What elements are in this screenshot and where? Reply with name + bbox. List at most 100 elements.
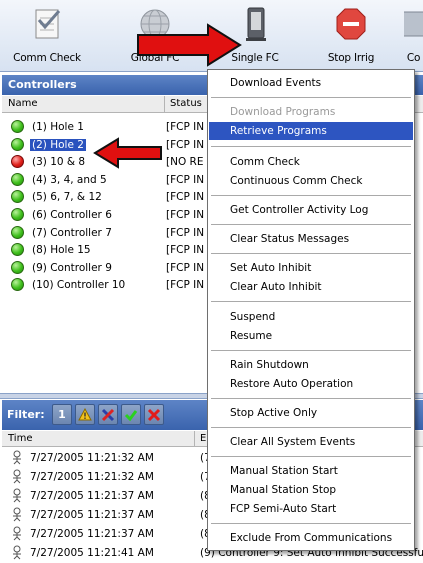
menu-separator — [211, 456, 411, 457]
toolbar-overflow-button[interactable]: Co — [404, 4, 423, 68]
menu-item-get-activity-log[interactable]: Get Controller Activity Log — [209, 201, 413, 219]
column-divider[interactable] — [194, 431, 195, 447]
menu-separator — [211, 97, 411, 98]
time-column-header[interactable]: Time — [8, 433, 32, 444]
user-icon — [13, 469, 21, 484]
controller-status: [FCP IN — [166, 121, 205, 133]
menu-item-suspend[interactable]: Suspend — [209, 308, 413, 326]
toolbar-overflow-label: Co — [406, 52, 421, 64]
status-led-icon — [11, 243, 24, 257]
menu-item-clear-status-messages[interactable]: Clear Status Messages — [209, 230, 413, 248]
filter-info-button[interactable]: 1 — [52, 404, 72, 425]
controller-name: (9) Controller 9 — [32, 261, 112, 274]
filter-warning-button[interactable] — [75, 404, 95, 425]
menu-item-stop-active-only[interactable]: Stop Active Only — [209, 404, 413, 422]
menu-separator — [211, 224, 411, 225]
menu-item-manual-station-start[interactable]: Manual Station Start — [209, 462, 413, 480]
controller-status: [FCP IN — [166, 261, 205, 274]
filter-label: Filter: — [7, 408, 45, 421]
controller-name: (8) Hole 15 — [32, 244, 91, 257]
menu-item-download-events[interactable]: Download Events — [209, 74, 413, 92]
controller-name: (7) Controller 7 — [32, 226, 112, 239]
event-time: 7/27/2005 11:21:37 AM — [30, 509, 154, 521]
x-icon — [147, 408, 161, 421]
controller-name: (6) Controller 6 — [32, 208, 112, 221]
status-led-icon — [11, 137, 24, 151]
controller-status: [FCP IN — [166, 191, 205, 204]
menu-separator — [211, 195, 411, 196]
menu-item-set-auto-inhibit[interactable]: Set Auto Inhibit — [209, 259, 413, 277]
red-arrow-left-icon — [93, 137, 162, 169]
cancel-cross-icon — [101, 408, 115, 421]
checklist-icon — [35, 9, 61, 39]
menu-separator — [211, 398, 411, 399]
menu-item-comm-check[interactable]: Comm Check — [209, 153, 413, 171]
filter-error-button[interactable] — [98, 404, 118, 425]
stop-sign-icon — [336, 8, 366, 40]
controller-name: (4) 3, 4, and 5 — [32, 173, 107, 186]
menu-item-clear-auto-inhibit[interactable]: Clear Auto Inhibit — [209, 278, 413, 296]
stop-irrig-label: Stop Irrig — [327, 52, 375, 64]
filter-info-glyph: 1 — [58, 408, 66, 421]
name-column-header[interactable]: Name — [8, 98, 38, 109]
status-led-icon — [11, 207, 24, 221]
comm-check-label: Comm Check — [13, 52, 81, 64]
controller-name: (1) Hole 1 — [32, 121, 84, 133]
controller-name: (5) 6, 7, & 12 — [32, 191, 102, 204]
menu-separator — [211, 301, 411, 302]
controller-name: (2) Hole 2 — [30, 138, 86, 151]
status-led-icon — [11, 225, 24, 239]
menu-separator — [211, 350, 411, 351]
event-time: 7/27/2005 11:21:37 AM — [30, 490, 154, 502]
controller-status: [FCP IN — [166, 173, 205, 186]
status-led-icon — [11, 260, 24, 274]
user-icon — [13, 450, 21, 465]
event-time: 7/27/2005 11:21:41 AM — [30, 547, 154, 559]
menu-item-retrieve-programs[interactable]: Retrieve Programs — [209, 122, 413, 140]
status-column-header[interactable]: Status — [170, 98, 202, 109]
user-icon — [13, 545, 21, 560]
menu-item-restore-auto-operation[interactable]: Restore Auto Operation — [209, 375, 413, 393]
menu-item-download-programs: Download Programs — [230, 106, 336, 118]
stop-irrig-button[interactable]: Stop Irrig — [320, 4, 382, 68]
menu-separator — [211, 253, 411, 254]
controller-name: (3) 10 & 8 — [32, 156, 86, 169]
controller-status: [NO RE — [166, 156, 204, 169]
menu-item-fcp-semi-auto-start[interactable]: FCP Semi-Auto Start — [209, 500, 413, 518]
event-time: 7/27/2005 11:21:32 AM — [30, 471, 154, 483]
event-column-header[interactable]: E — [200, 433, 206, 444]
partial-icon — [404, 11, 423, 37]
menu-item-exclude-from-communications[interactable]: Exclude From Communications — [209, 529, 413, 547]
menu-separator — [211, 146, 411, 147]
status-led-icon — [11, 190, 24, 204]
check-icon — [124, 409, 138, 421]
warning-icon — [78, 408, 92, 421]
status-led-icon — [11, 155, 24, 169]
status-led-icon — [11, 172, 24, 186]
red-arrow-right-icon — [137, 23, 242, 67]
event-time: 7/27/2005 11:21:37 AM — [30, 528, 154, 540]
menu-item-continuous-comm-check[interactable]: Continuous Comm Check — [209, 172, 413, 190]
user-icon — [13, 488, 21, 503]
controller-status: [FCP IN — [166, 244, 205, 257]
user-icon — [13, 526, 21, 541]
comm-check-button[interactable]: Comm Check — [13, 4, 81, 68]
menu-separator — [211, 523, 411, 524]
menu-item-manual-station-stop[interactable]: Manual Station Stop — [209, 481, 413, 499]
menu-item-clear-all-system-events[interactable]: Clear All System Events — [209, 433, 413, 451]
controller-status: [FCP IN — [166, 226, 205, 239]
event-time: 7/27/2005 11:21:32 AM — [30, 452, 154, 464]
column-divider[interactable] — [164, 96, 165, 113]
menu-item-resume[interactable]: Resume — [209, 327, 413, 345]
controller-status: [FCP IN — [166, 138, 205, 151]
controller-context-menu: Download Events Download Programs Retrie… — [207, 69, 415, 551]
user-icon — [13, 507, 21, 522]
controller-status: [FCP IN — [166, 279, 205, 292]
menu-item-rain-shutdown[interactable]: Rain Shutdown — [209, 356, 413, 374]
status-led-icon — [11, 120, 24, 133]
menu-separator — [211, 427, 411, 428]
controller-name: (10) Controller 10 — [32, 279, 126, 292]
filter-success-button[interactable] — [121, 404, 141, 425]
filter-failure-button[interactable] — [144, 404, 164, 425]
status-led-icon — [11, 278, 24, 292]
